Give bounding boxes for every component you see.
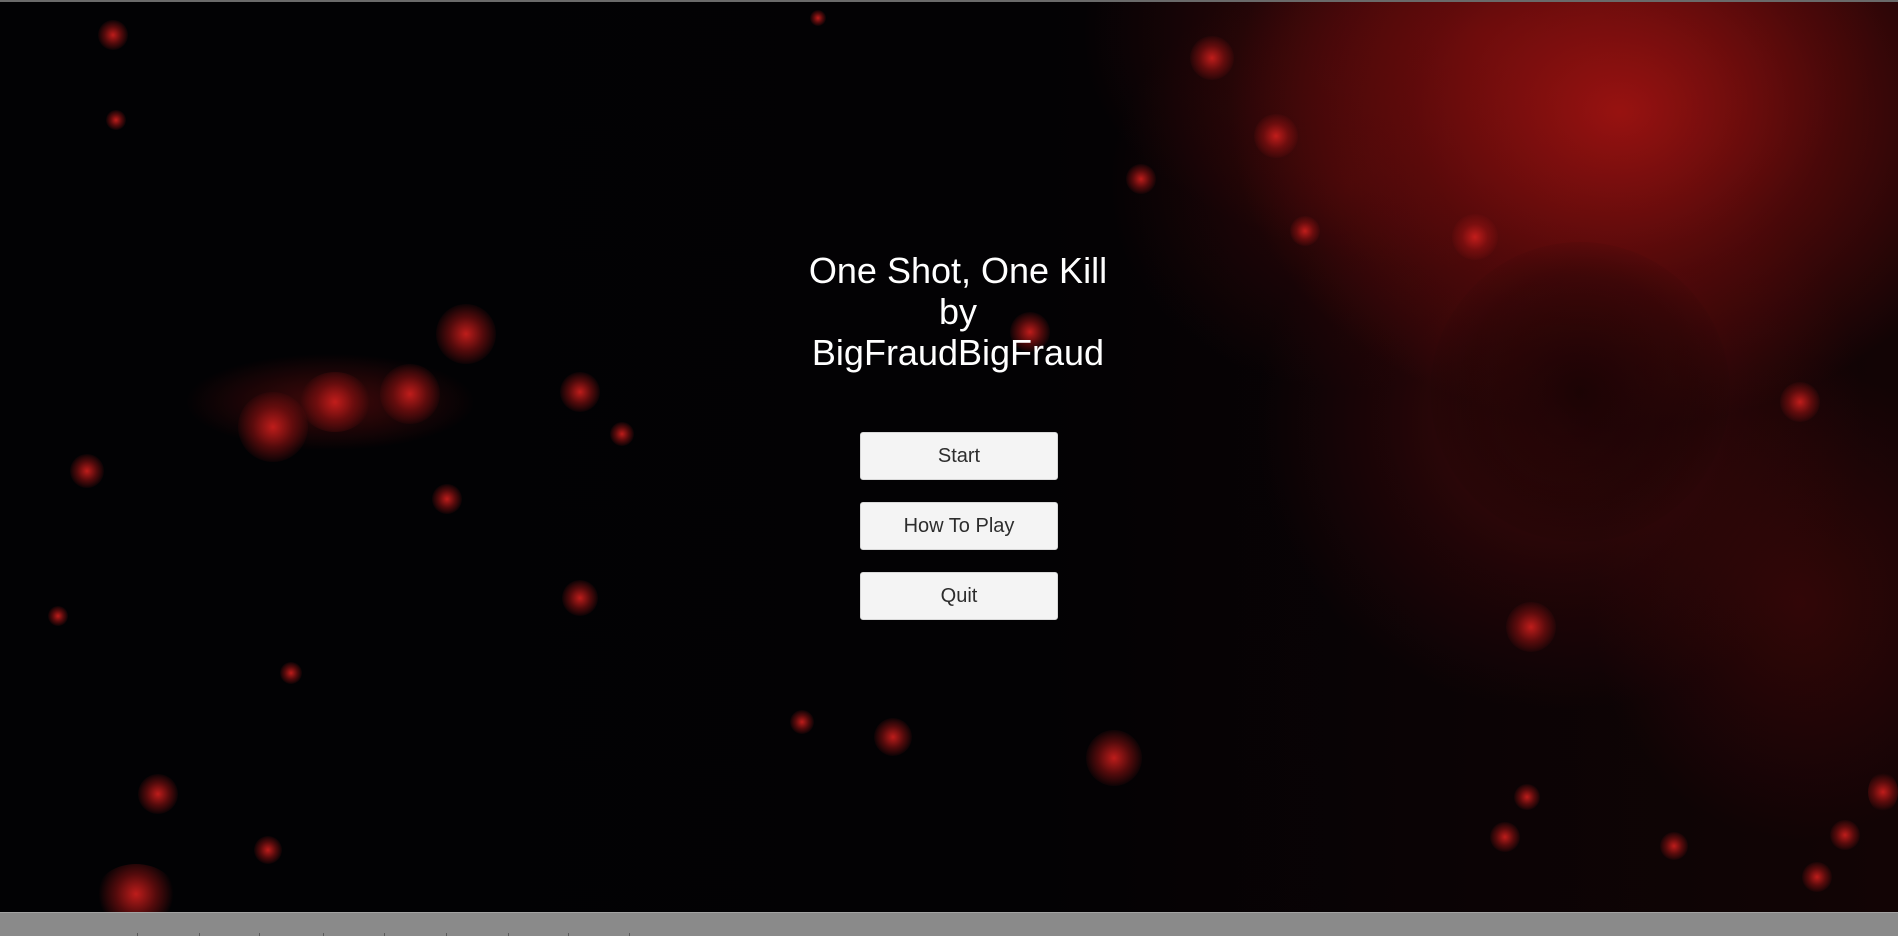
- red-star: [280, 662, 302, 684]
- red-star: [874, 718, 912, 756]
- red-star: [380, 364, 440, 424]
- red-star: [98, 20, 128, 50]
- title-line-by: by: [938, 291, 978, 332]
- game-screen: One Shot, One Kill by BigFraudBigFraud S…: [0, 0, 1898, 936]
- red-star: [810, 10, 826, 26]
- title-line-name: One Shot, One Kill: [808, 250, 1108, 291]
- red-star: [238, 392, 308, 462]
- how-to-play-button[interactable]: How To Play: [860, 502, 1058, 550]
- red-star: [1490, 822, 1520, 852]
- red-star: [1126, 164, 1156, 194]
- red-star: [1514, 784, 1540, 810]
- red-star: [138, 774, 178, 814]
- red-star: [70, 454, 104, 488]
- red-star: [300, 372, 370, 432]
- red-star: [562, 580, 598, 616]
- red-star: [1290, 216, 1320, 246]
- red-star: [790, 710, 814, 734]
- red-star: [1830, 820, 1860, 850]
- red-star: [1868, 772, 1898, 812]
- red-star: [1190, 36, 1234, 80]
- red-star: [1660, 832, 1688, 860]
- red-star: [1254, 114, 1298, 158]
- game-title: One Shot, One Kill by BigFraudBigFraud: [0, 250, 1898, 373]
- bottom-status-bar: [0, 912, 1898, 936]
- red-star: [1086, 730, 1142, 786]
- quit-button[interactable]: Quit: [860, 572, 1058, 620]
- red-star: [432, 484, 462, 514]
- red-star: [610, 422, 634, 446]
- title-line-author: BigFraudBigFraud: [811, 332, 1105, 373]
- red-star: [254, 836, 282, 864]
- red-star: [1780, 382, 1820, 422]
- red-star: [106, 110, 126, 130]
- start-button[interactable]: Start: [860, 432, 1058, 480]
- red-star: [560, 372, 600, 412]
- red-star: [1506, 602, 1556, 652]
- red-star: [48, 606, 68, 626]
- red-star: [1802, 862, 1832, 892]
